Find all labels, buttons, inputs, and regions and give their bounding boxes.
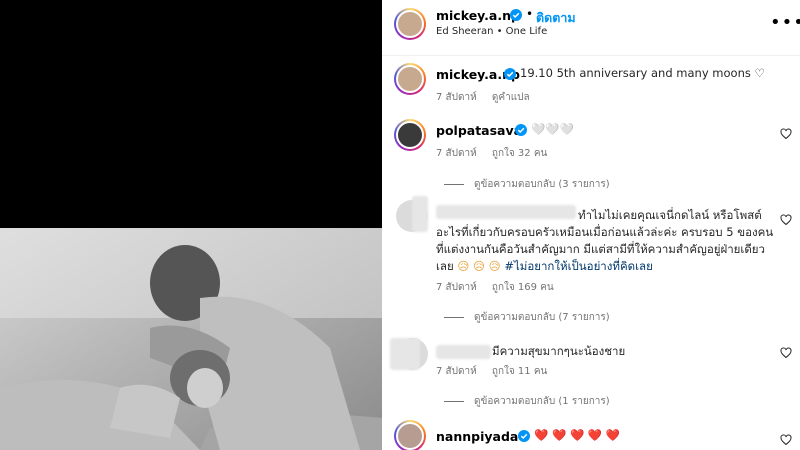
comment-text-word: เลย [436,259,454,273]
comment-likes[interactable]: ถูกใจ 11 คน [492,366,547,377]
author-avatar[interactable] [394,8,426,40]
view-replies-button[interactable]: ดูข้อความตอบกลับ (3 รายการ) [444,177,610,192]
comment-meta: 7 สัปดาห์ ถูกใจ 169 คน [436,280,566,295]
redacted-avatar [390,338,420,370]
caption-meta: 7 สัปดาห์ ดูคำแปล [436,90,542,105]
translate-link[interactable]: ดูคำแปล [492,92,530,103]
redacted-username [436,205,576,219]
comment-likes[interactable]: ถูกใจ 32 คน [492,148,547,159]
comment-time: 7 สัปดาห์ [436,148,477,159]
comment-text: ❤️ ❤️ ❤️ ❤️ ❤️ [534,428,621,442]
post-header: mickey.a.np • ติดตาม Ed Sheeran • One Li… [382,0,800,56]
comment-avatar[interactable] [394,119,426,151]
audio-label[interactable]: Ed Sheeran • One Life [436,26,547,37]
view-replies-button[interactable]: ดูข้อความตอบกลับ (1 รายการ) [444,394,610,409]
view-replies-label: ดูข้อความตอบกลับ (7 รายการ) [474,312,610,323]
caption-text: 19.10 5th anniversary and many moons ♡ [520,66,765,80]
comment-text: 🤍🤍🤍 [531,122,574,136]
verified-badge-icon [515,124,527,136]
comment-meta: 7 สัปดาห์ ถูกใจ 32 คน [436,146,559,161]
verified-badge-icon [510,9,522,21]
more-options-icon[interactable]: ••• [770,12,800,33]
view-replies-label: ดูข้อความตอบกลับ (1 รายการ) [474,396,610,407]
separator-dot: • [526,7,534,21]
redacted-avatar [412,196,428,232]
comment-text: มีความสุขมากๆนะน้องชาย [492,344,626,358]
view-replies-label: ดูข้อความตอบกลับ (3 รายการ) [474,179,610,190]
caption-avatar[interactable] [394,63,426,95]
sad-emoji: 😥 😥 😥 [457,259,501,273]
comment-text-line: เลย 😥 😥 😥 #ไม่อยากให้เป็นอย่างที่คิดเลย [436,256,653,276]
like-heart-icon[interactable] [780,434,792,446]
comment-time: 7 สัปดาห์ [436,282,477,293]
like-heart-icon[interactable] [780,347,792,359]
comment-meta: 7 สัปดาห์ ถูกใจ 11 คน [436,364,559,379]
comment-avatar[interactable] [394,420,426,450]
replies-line [444,184,464,185]
verified-badge-icon [504,68,516,80]
hashtag-link[interactable]: #ไม่อยากให้เป็นอย่างที่คิดเลย [504,259,653,273]
post-photo [0,228,382,450]
replies-line [444,317,464,318]
like-heart-icon[interactable] [780,214,792,226]
comment-time: 7 สัปดาห์ [436,366,477,377]
follow-button[interactable]: ติดตาม [536,8,576,28]
verified-badge-icon [518,430,530,442]
caption-time: 7 สัปดาห์ [436,92,477,103]
comment-likes[interactable]: ถูกใจ 169 คน [492,282,554,293]
author-username[interactable]: mickey.a.np [436,8,520,23]
replies-line [444,401,464,402]
comment-username[interactable]: polpatasava [436,123,522,138]
view-replies-button[interactable]: ดูข้อความตอบกลับ (7 รายการ) [444,310,610,325]
comments-panel: mickey.a.np • ติดตาม Ed Sheeran • One Li… [382,0,800,450]
comment-username[interactable]: nannpiyada [436,429,518,444]
redacted-username [436,345,491,359]
like-heart-icon[interactable] [780,128,792,140]
post-media[interactable] [0,0,382,450]
